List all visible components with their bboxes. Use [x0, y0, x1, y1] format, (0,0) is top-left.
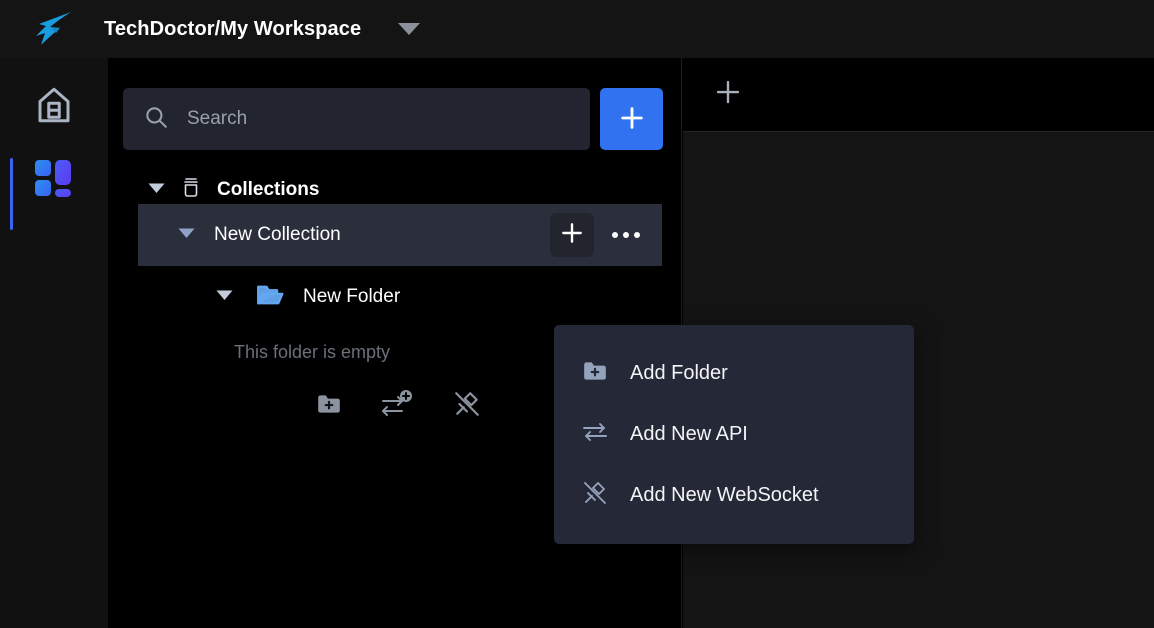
home-icon	[33, 84, 75, 131]
sidebar-item-home[interactable]	[0, 70, 108, 144]
collection-name: New Collection	[214, 224, 341, 245]
search-input[interactable]: Search	[123, 88, 590, 150]
caret-down-icon[interactable]	[216, 288, 233, 306]
add-collection-button[interactable]	[600, 88, 663, 150]
add-to-collection-button[interactable]	[550, 213, 594, 257]
collection-row-actions	[550, 204, 648, 266]
context-menu-item-label: Add New API	[630, 423, 748, 445]
top-bar: TechDoctor/My Workspace	[0, 0, 1154, 58]
more-horizontal-icon	[612, 232, 640, 238]
folder-row-new-folder[interactable]: New Folder	[216, 266, 681, 328]
collection-more-options-button[interactable]	[604, 213, 648, 257]
collection-context-menu: Add Folder Add New API Add New WebSocket	[554, 325, 914, 544]
websocket-icon	[452, 390, 482, 423]
context-menu-item-add-folder[interactable]: Add Folder	[554, 343, 914, 404]
chevron-down-icon[interactable]	[397, 22, 421, 36]
exchange-plus-icon	[380, 389, 414, 424]
context-menu-item-add-new-api[interactable]: Add New API	[554, 404, 914, 465]
collection-jar-icon	[179, 176, 203, 205]
websocket-icon	[582, 480, 608, 511]
context-menu-item-add-new-websocket[interactable]: Add New WebSocket	[554, 465, 914, 526]
workspace-title: TechDoctor/My Workspace	[104, 17, 362, 40]
folder-plus-icon	[582, 358, 608, 389]
sidebar-item-collections[interactable]	[0, 144, 108, 230]
plus-icon	[713, 77, 743, 112]
hummingbird-logo-icon[interactable]	[22, 9, 82, 49]
new-tab-button[interactable]	[711, 78, 745, 112]
add-new-websocket-button[interactable]	[452, 389, 482, 424]
folder-open-icon	[255, 282, 285, 313]
caret-down-icon[interactable]	[178, 226, 195, 244]
left-icon-rail	[0, 58, 108, 628]
folder-name: New Folder	[303, 286, 401, 307]
plus-icon	[618, 104, 646, 135]
search-placeholder: Search	[187, 108, 248, 129]
context-menu-item-label: Add New WebSocket	[630, 484, 819, 506]
context-menu-item-label: Add Folder	[630, 362, 728, 384]
collections-section-title: Collections	[217, 179, 320, 200]
add-folder-button[interactable]	[316, 389, 342, 424]
add-new-api-button[interactable]	[380, 389, 414, 424]
search-icon	[143, 104, 169, 135]
exchange-icon	[582, 421, 608, 448]
plus-icon	[559, 220, 585, 251]
app-window: TechDoctor/My Workspace Search Collectio…	[0, 0, 1154, 628]
collection-row-new-collection[interactable]: New Collection	[138, 204, 662, 266]
rail-spacer	[0, 58, 108, 70]
caret-down-icon[interactable]	[148, 181, 165, 199]
collections-section-header[interactable]: Collections	[108, 150, 681, 204]
search-row: Search	[108, 58, 681, 150]
collections-grid-icon	[34, 159, 74, 204]
folder-plus-icon	[316, 391, 342, 422]
tab-bar	[683, 58, 1154, 132]
